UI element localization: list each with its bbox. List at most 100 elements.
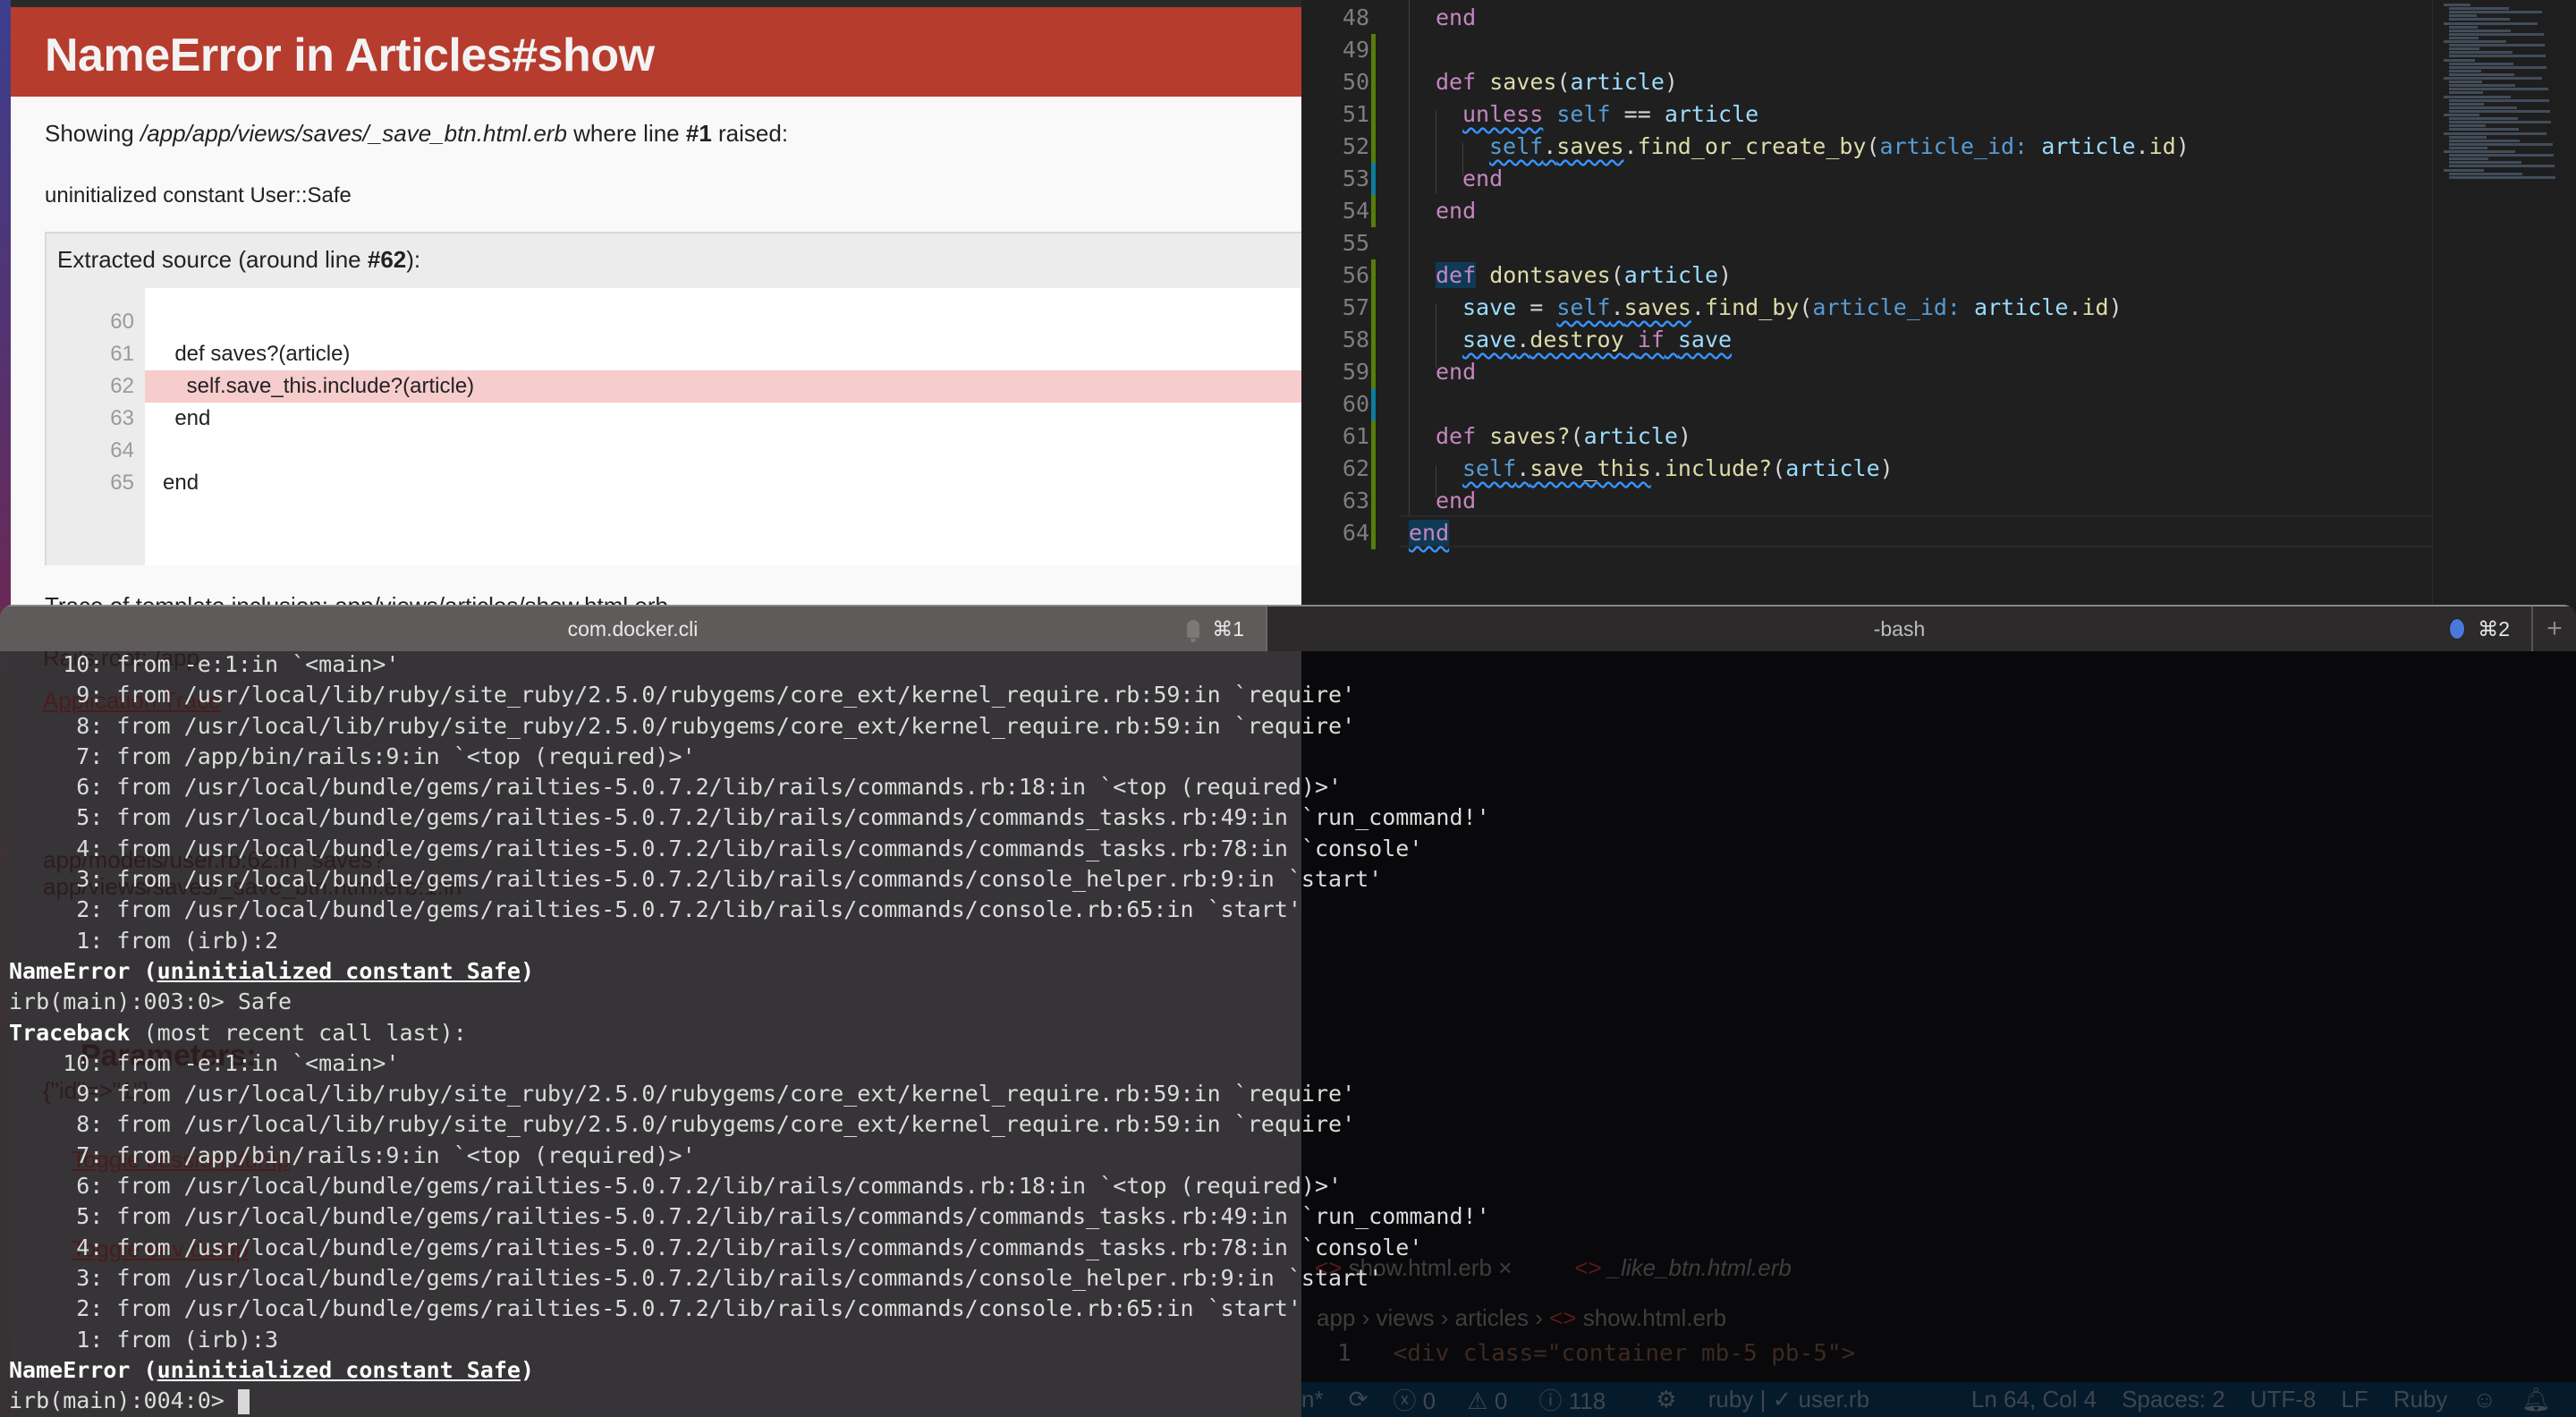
operator: = <box>1516 294 1557 320</box>
terminal-output[interactable]: 10: from -e:1:in `<main>' 9: from /usr/l… <box>9 649 1490 1416</box>
diff-added-marker[interactable] <box>1371 34 1376 66</box>
browser-top-strip <box>11 0 1301 7</box>
diff-added-marker[interactable] <box>1371 324 1376 356</box>
method-call: id <box>2148 133 2176 159</box>
keyword: def <box>1436 69 1477 95</box>
terminal-prompt-input[interactable]: irb(main):004:0> <box>9 1386 1490 1416</box>
extracted-source-title: Extracted source (around line #62): <box>47 233 1301 288</box>
code-line-48: end <box>1436 2 1476 34</box>
status-encoding[interactable]: UTF-8 <box>2250 1386 2317 1413</box>
terminal-trace-line: 3: from /usr/local/bundle/gems/railties-… <box>9 866 1383 893</box>
diff-added-marker[interactable] <box>1371 292 1376 324</box>
minimap-line <box>2449 36 2479 39</box>
terminal-error-line: NameError (uninitialized constant Safe) <box>9 957 535 984</box>
variable: article <box>1974 294 2069 320</box>
gear-icon: ⚙ <box>1656 1386 1677 1413</box>
diff-added-marker[interactable] <box>1371 98 1376 131</box>
minimap-line <box>2449 44 2545 47</box>
terminal-tab-docker[interactable]: com.docker.cli ⌘1 <box>0 607 1266 651</box>
diff-added-marker[interactable] <box>1371 420 1376 453</box>
traceback-label: Traceback <box>9 1019 131 1046</box>
extracted-line-number: #62 <box>367 246 407 273</box>
code-line-54: end <box>1436 195 1476 227</box>
diff-added-marker[interactable] <box>1371 485 1376 517</box>
source-line-number: 60 <box>110 310 134 334</box>
status-cursor-position[interactable]: Ln 64, Col 4 <box>1971 1386 2097 1413</box>
indent-guide <box>1409 0 1410 517</box>
status-branch[interactable]: n* <box>1301 1386 1324 1413</box>
diff-modified-marker[interactable] <box>1371 388 1376 420</box>
terminal-tab-bar: com.docker.cli ⌘1 -bash ⌘2 + <box>0 605 2576 651</box>
diff-added-marker[interactable] <box>1371 195 1376 227</box>
minimap-line <box>2444 132 2546 135</box>
minimap-line <box>2449 29 2511 32</box>
minimap-line <box>2449 139 2520 142</box>
minimap-line <box>2449 175 2555 179</box>
terminal-tab-bash[interactable]: -bash ⌘2 <box>1266 607 2531 651</box>
terminal-trace-line: 1: from (irb):2 <box>9 927 279 954</box>
error-message: uninitialized constant User::Safe <box>45 183 352 208</box>
terminal-trace-line: 8: from /usr/local/lib/ruby/site_ruby/2.… <box>9 712 1356 739</box>
minimap-line <box>2449 11 2542 14</box>
status-problems[interactable]: ⓧ 0 ⚠ 0 ⓘ 118 <box>1393 1383 1631 1416</box>
minimap-line <box>2444 58 2475 62</box>
diff-added-marker[interactable] <box>1371 517 1376 549</box>
source-line <box>145 306 1301 338</box>
minimap-line <box>2449 32 2544 36</box>
minimap-line <box>2449 142 2553 146</box>
minimap-line <box>2444 77 2542 80</box>
minimap-line <box>2449 47 2479 51</box>
line-number: 49 <box>1342 37 1369 63</box>
error-header: NameError in Articles#show <box>11 7 1301 97</box>
status-linter[interactable]: ⚙ ruby | ✓ user.rb <box>1656 1386 1894 1413</box>
minimap-line <box>2449 51 2512 55</box>
diff-added-marker[interactable] <box>1371 131 1376 163</box>
diff-added-marker[interactable] <box>1371 356 1376 388</box>
minimap-line <box>2449 106 2517 109</box>
source-line: def saves?(article) <box>163 342 351 366</box>
source-line-number: 64 <box>110 438 134 462</box>
browser-window: NameError in Articles#show Showing /app/… <box>11 0 1301 617</box>
info-count: 118 <box>1568 1387 1606 1414</box>
method-name: saves <box>1489 69 1557 95</box>
status-indentation[interactable]: Spaces: 2 <box>2122 1386 2225 1413</box>
line-number: 48 <box>1342 4 1369 30</box>
terminal-trace-line: 9: from /usr/local/lib/ruby/site_ruby/2.… <box>9 682 1356 708</box>
breadcrumb-item: show.html.erb <box>1582 1304 1727 1331</box>
terminal-trace-line: 4: from /usr/local/bundle/gems/railties-… <box>9 1234 1423 1260</box>
minimap-line <box>2449 91 2483 95</box>
minimap-line <box>2444 4 2470 6</box>
keyword: unless <box>1462 101 1544 127</box>
minimap-line <box>2449 157 2488 161</box>
diff-added-marker[interactable] <box>1371 66 1376 98</box>
status-language[interactable]: Ruby <box>2394 1386 2448 1413</box>
minimap-line <box>2449 102 2484 106</box>
erb-file-icon: <> <box>1574 1254 1602 1281</box>
terminal-trace-line: 2: from /usr/local/bundle/gems/railties-… <box>9 1295 1301 1322</box>
code-line-50: def saves(article) <box>1436 69 1678 95</box>
source-code: def saves?(article) self.save_this.inclu… <box>145 288 1301 565</box>
diff-added-marker[interactable] <box>1371 259 1376 292</box>
sync-icon[interactable]: ⟳ <box>1349 1386 1368 1413</box>
diff-modified-marker[interactable] <box>1371 163 1376 195</box>
code-line-56: def dontsaves(article) <box>1436 262 1733 288</box>
feedback-icon[interactable]: ☺ <box>2472 1386 2496 1413</box>
terminal-pane-dark <box>1301 649 2576 1417</box>
raised-line-number: #1 <box>685 120 712 147</box>
code-editor: 48 49 50 51 52 53 54 55 56 57 58 59 60 61 62 63 64 end d… <box>1301 0 2576 617</box>
bell-icon[interactable]: 🔔︎ <box>2521 1386 2551 1413</box>
minimap[interactable] <box>2432 0 2576 617</box>
diff-added-marker[interactable] <box>1371 453 1376 485</box>
status-eol[interactable]: LF <box>2341 1386 2368 1413</box>
keyword: end <box>1462 165 1504 191</box>
minimap-line <box>2449 172 2522 175</box>
keyword: end <box>1436 488 1477 513</box>
linter-text: ruby | ✓ user.rb <box>1707 1386 1870 1413</box>
activity-dot-icon <box>2449 618 2466 640</box>
minimap-line <box>2449 124 2486 128</box>
error-content: Showing /app/app/views/saves/_save_btn.h… <box>11 120 1301 617</box>
self-keyword: self <box>1462 455 1517 481</box>
code-line-61: def saves?(article) <box>1436 423 1692 449</box>
variable: save <box>1462 294 1517 320</box>
new-tab-button[interactable]: + <box>2531 607 2576 651</box>
